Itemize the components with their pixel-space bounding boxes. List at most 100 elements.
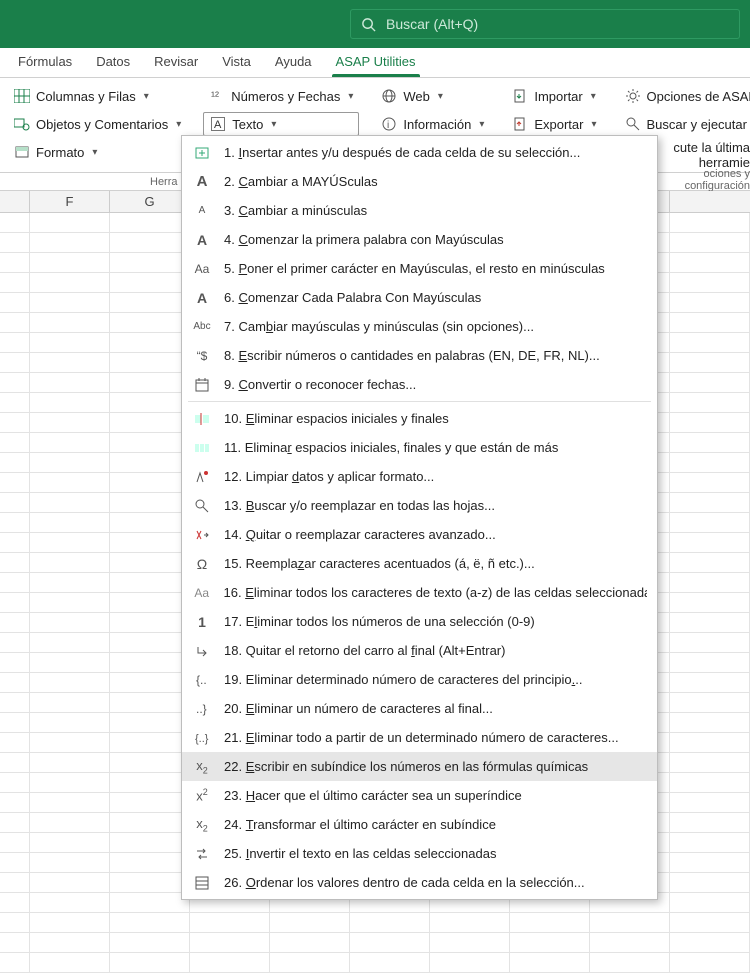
cell[interactable] <box>270 913 350 933</box>
menu-item-13[interactable]: 13. Buscar y/o reemplazar en todas las h… <box>182 491 657 520</box>
cell[interactable] <box>110 573 190 593</box>
cell[interactable] <box>30 813 110 833</box>
cell[interactable] <box>110 633 190 653</box>
cell[interactable] <box>30 693 110 713</box>
cell[interactable] <box>30 613 110 633</box>
cell[interactable] <box>30 673 110 693</box>
tab-vista[interactable]: Vista <box>210 48 263 77</box>
cell[interactable] <box>670 413 750 433</box>
cell[interactable] <box>670 393 750 413</box>
cell[interactable] <box>0 313 30 333</box>
cell[interactable] <box>30 833 110 853</box>
cell[interactable] <box>30 413 110 433</box>
cell[interactable] <box>0 293 30 313</box>
cell[interactable] <box>30 473 110 493</box>
cell[interactable] <box>110 313 190 333</box>
cell[interactable] <box>670 533 750 553</box>
cell[interactable] <box>110 293 190 313</box>
cell[interactable] <box>30 713 110 733</box>
cell[interactable] <box>30 573 110 593</box>
cell[interactable] <box>670 793 750 813</box>
cell[interactable] <box>0 493 30 513</box>
cell[interactable] <box>670 573 750 593</box>
cell[interactable] <box>110 653 190 673</box>
col-header[interactable]: G <box>110 191 190 212</box>
tab-datos[interactable]: Datos <box>84 48 142 77</box>
cell[interactable] <box>110 913 190 933</box>
cell[interactable] <box>670 933 750 953</box>
cell[interactable] <box>670 453 750 473</box>
columnas-filas-button[interactable]: Columnas y Filas ▾ <box>8 84 187 108</box>
cell[interactable] <box>30 953 110 973</box>
cell[interactable] <box>0 653 30 673</box>
cell[interactable] <box>0 733 30 753</box>
cell[interactable] <box>110 533 190 553</box>
cell[interactable] <box>110 253 190 273</box>
menu-item-24[interactable]: x224. Transformar el último carácter en … <box>182 810 657 839</box>
cell[interactable] <box>110 933 190 953</box>
tab-formulas[interactable]: Fórmulas <box>6 48 84 77</box>
web-button[interactable]: Web ▾ <box>375 84 490 108</box>
cell[interactable] <box>670 713 750 733</box>
cell[interactable] <box>670 593 750 613</box>
cell[interactable] <box>0 773 30 793</box>
cell[interactable] <box>0 453 30 473</box>
cell[interactable] <box>0 913 30 933</box>
cell[interactable] <box>350 953 430 973</box>
cell[interactable] <box>430 953 510 973</box>
cell[interactable] <box>110 793 190 813</box>
cell[interactable] <box>30 253 110 273</box>
cell[interactable] <box>670 493 750 513</box>
cell[interactable] <box>30 893 110 913</box>
cell[interactable] <box>670 373 750 393</box>
menu-item-19[interactable]: {..19. Eliminar determinado número de ca… <box>182 665 657 694</box>
cell[interactable] <box>110 453 190 473</box>
cell[interactable] <box>0 593 30 613</box>
cell[interactable] <box>30 753 110 773</box>
cell[interactable] <box>350 913 430 933</box>
menu-item-2[interactable]: A2. Cambiar a MAYÚSculas <box>182 167 657 196</box>
cell[interactable] <box>30 333 110 353</box>
cell[interactable] <box>0 953 30 973</box>
cell[interactable] <box>670 313 750 333</box>
cell[interactable] <box>110 813 190 833</box>
cell[interactable] <box>30 873 110 893</box>
cell[interactable] <box>270 953 350 973</box>
menu-item-10[interactable]: 10. Eliminar espacios iniciales y finale… <box>182 404 657 433</box>
menu-item-18[interactable]: 18. Quitar el retorno del carro al final… <box>182 636 657 665</box>
cell[interactable] <box>30 273 110 293</box>
cell[interactable] <box>270 933 350 953</box>
cell[interactable] <box>110 853 190 873</box>
cell[interactable] <box>30 913 110 933</box>
cell[interactable] <box>0 633 30 653</box>
cell[interactable] <box>0 433 30 453</box>
menu-item-15[interactable]: Ω15. Reemplazar caracteres acentuados (á… <box>182 549 657 578</box>
cell[interactable] <box>350 933 430 953</box>
cell[interactable] <box>110 333 190 353</box>
cell[interactable] <box>0 533 30 553</box>
cell[interactable] <box>0 893 30 913</box>
cell[interactable] <box>110 553 190 573</box>
cell[interactable] <box>0 613 30 633</box>
cell[interactable] <box>510 953 590 973</box>
cell[interactable] <box>110 473 190 493</box>
cell[interactable] <box>670 913 750 933</box>
cell[interactable] <box>110 613 190 633</box>
menu-item-26[interactable]: 26. Ordenar los valores dentro de cada c… <box>182 868 657 897</box>
cell[interactable] <box>430 913 510 933</box>
cell[interactable] <box>30 353 110 373</box>
cell[interactable] <box>110 713 190 733</box>
cell[interactable] <box>0 793 30 813</box>
cell[interactable] <box>30 653 110 673</box>
cell[interactable] <box>30 513 110 533</box>
cell[interactable] <box>670 213 750 233</box>
cell[interactable] <box>30 733 110 753</box>
cell[interactable] <box>0 333 30 353</box>
cell[interactable] <box>670 673 750 693</box>
cell[interactable] <box>30 453 110 473</box>
cell[interactable] <box>0 233 30 253</box>
cell[interactable] <box>0 413 30 433</box>
cell[interactable] <box>110 373 190 393</box>
cell[interactable] <box>30 373 110 393</box>
cell[interactable] <box>110 733 190 753</box>
